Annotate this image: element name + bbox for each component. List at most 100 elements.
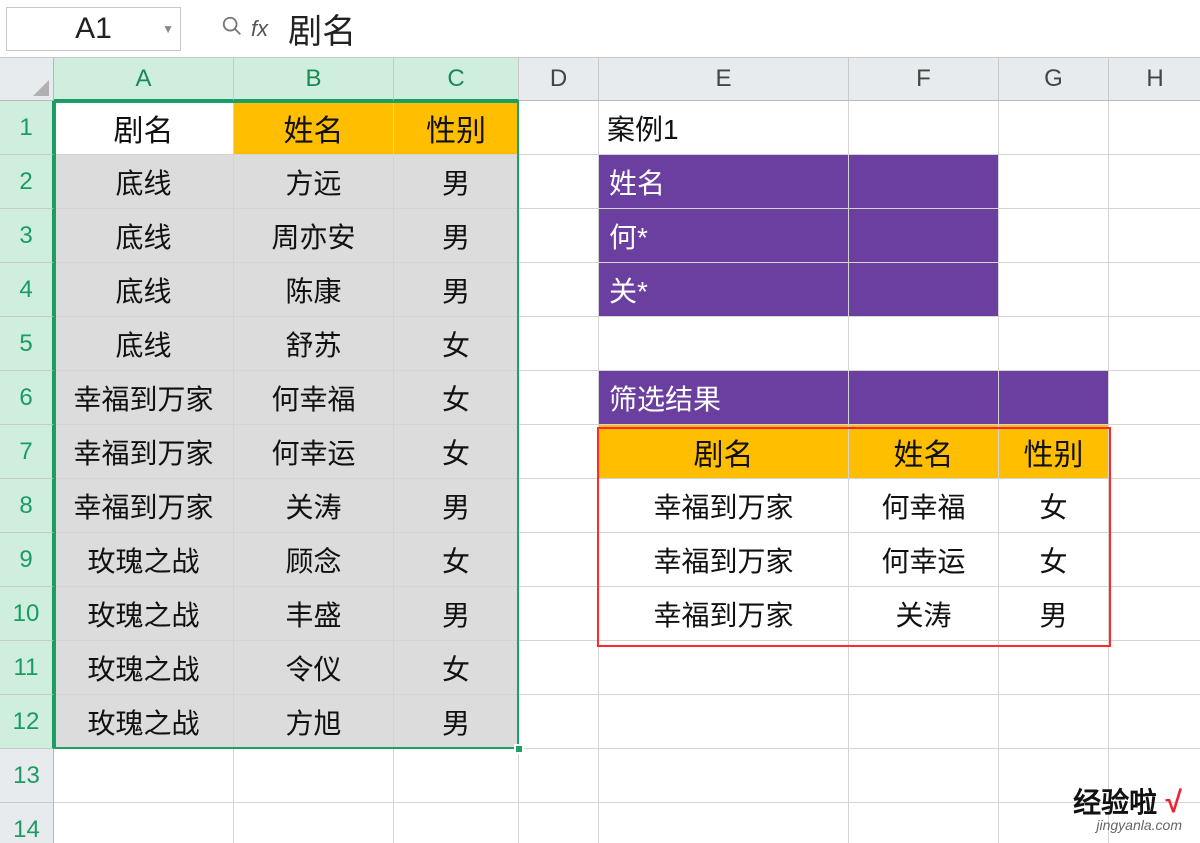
row-header-2[interactable]: 2 xyxy=(0,155,54,209)
cell-G8[interactable]: 女 xyxy=(999,479,1109,533)
cell-D14[interactable] xyxy=(519,803,599,843)
cell-B7[interactable]: 何幸运 xyxy=(234,425,394,479)
cell-F7[interactable]: 姓名 xyxy=(849,425,999,479)
cell-F12[interactable] xyxy=(849,695,999,749)
cell-C5[interactable]: 女 xyxy=(394,317,519,371)
cell-H2[interactable] xyxy=(1109,155,1200,209)
cell-G11[interactable] xyxy=(999,641,1109,695)
cell-B12[interactable]: 方旭 xyxy=(234,695,394,749)
cell-B5[interactable]: 舒苏 xyxy=(234,317,394,371)
row-header-9[interactable]: 9 xyxy=(0,533,54,587)
cell-E2[interactable]: 姓名 xyxy=(599,155,849,209)
row-header-1[interactable]: 1 xyxy=(0,101,54,155)
cell-B6[interactable]: 何幸福 xyxy=(234,371,394,425)
cell-F6[interactable] xyxy=(849,371,999,425)
cell-A6[interactable]: 幸福到万家 xyxy=(54,371,234,425)
cell-F9[interactable]: 何幸运 xyxy=(849,533,999,587)
cell-H12[interactable] xyxy=(1109,695,1200,749)
cell-A2[interactable]: 底线 xyxy=(54,155,234,209)
search-icon[interactable] xyxy=(221,15,243,42)
cell-D5[interactable] xyxy=(519,317,599,371)
cell-D9[interactable] xyxy=(519,533,599,587)
cell-E11[interactable] xyxy=(599,641,849,695)
row-header-12[interactable]: 12 xyxy=(0,695,54,749)
cell-B1[interactable]: 姓名 xyxy=(234,101,394,155)
cell-F2[interactable] xyxy=(849,155,999,209)
cell-B2[interactable]: 方远 xyxy=(234,155,394,209)
cell-H11[interactable] xyxy=(1109,641,1200,695)
cell-C13[interactable] xyxy=(394,749,519,803)
cell-E4[interactable]: 关* xyxy=(599,263,849,317)
cell-A1[interactable]: 剧名 xyxy=(54,101,234,155)
cell-C11[interactable]: 女 xyxy=(394,641,519,695)
cell-C7[interactable]: 女 xyxy=(394,425,519,479)
cell-C10[interactable]: 男 xyxy=(394,587,519,641)
cell-D3[interactable] xyxy=(519,209,599,263)
column-header-H[interactable]: H xyxy=(1109,58,1200,101)
cell-D13[interactable] xyxy=(519,749,599,803)
cell-F10[interactable]: 关涛 xyxy=(849,587,999,641)
cell-D7[interactable] xyxy=(519,425,599,479)
cell-A12[interactable]: 玫瑰之战 xyxy=(54,695,234,749)
cell-F8[interactable]: 何幸福 xyxy=(849,479,999,533)
cell-D12[interactable] xyxy=(519,695,599,749)
column-header-E[interactable]: E xyxy=(599,58,849,101)
cell-A9[interactable]: 玫瑰之战 xyxy=(54,533,234,587)
cell-A11[interactable]: 玫瑰之战 xyxy=(54,641,234,695)
cell-F3[interactable] xyxy=(849,209,999,263)
cell-H5[interactable] xyxy=(1109,317,1200,371)
cell-E5[interactable] xyxy=(599,317,849,371)
cell-A3[interactable]: 底线 xyxy=(54,209,234,263)
cell-G9[interactable]: 女 xyxy=(999,533,1109,587)
row-header-11[interactable]: 11 xyxy=(0,641,54,695)
cell-H7[interactable] xyxy=(1109,425,1200,479)
cell-H8[interactable] xyxy=(1109,479,1200,533)
column-header-C[interactable]: C xyxy=(394,58,519,101)
cell-G5[interactable] xyxy=(999,317,1109,371)
column-header-D[interactable]: D xyxy=(519,58,599,101)
cell-A7[interactable]: 幸福到万家 xyxy=(54,425,234,479)
cell-A8[interactable]: 幸福到万家 xyxy=(54,479,234,533)
row-header-10[interactable]: 10 xyxy=(0,587,54,641)
cell-F14[interactable] xyxy=(849,803,999,843)
cell-F13[interactable] xyxy=(849,749,999,803)
cell-B11[interactable]: 令仪 xyxy=(234,641,394,695)
cell-G1[interactable] xyxy=(999,101,1109,155)
cell-A10[interactable]: 玫瑰之战 xyxy=(54,587,234,641)
cell-E3[interactable]: 何* xyxy=(599,209,849,263)
cell-D4[interactable] xyxy=(519,263,599,317)
cell-H4[interactable] xyxy=(1109,263,1200,317)
cell-C14[interactable] xyxy=(394,803,519,843)
fx-icon[interactable]: fx xyxy=(251,16,268,42)
name-box[interactable]: A1 ▼ xyxy=(6,7,181,51)
cell-F5[interactable] xyxy=(849,317,999,371)
cell-G2[interactable] xyxy=(999,155,1109,209)
cell-E12[interactable] xyxy=(599,695,849,749)
row-header-14[interactable]: 14 xyxy=(0,803,54,843)
cell-A14[interactable] xyxy=(54,803,234,843)
cell-A5[interactable]: 底线 xyxy=(54,317,234,371)
column-header-G[interactable]: G xyxy=(999,58,1109,101)
cell-F4[interactable] xyxy=(849,263,999,317)
cell-H10[interactable] xyxy=(1109,587,1200,641)
cell-E6[interactable]: 筛选结果 xyxy=(599,371,849,425)
row-header-8[interactable]: 8 xyxy=(0,479,54,533)
cell-B4[interactable]: 陈康 xyxy=(234,263,394,317)
cell-C12[interactable]: 男 xyxy=(394,695,519,749)
cell-E8[interactable]: 幸福到万家 xyxy=(599,479,849,533)
chevron-down-icon[interactable]: ▼ xyxy=(162,22,174,36)
cell-D6[interactable] xyxy=(519,371,599,425)
row-header-3[interactable]: 3 xyxy=(0,209,54,263)
row-header-5[interactable]: 5 xyxy=(0,317,54,371)
cell-H3[interactable] xyxy=(1109,209,1200,263)
cell-B8[interactable]: 关涛 xyxy=(234,479,394,533)
cell-G12[interactable] xyxy=(999,695,1109,749)
cell-D11[interactable] xyxy=(519,641,599,695)
cell-C1[interactable]: 性别 xyxy=(394,101,519,155)
row-header-4[interactable]: 4 xyxy=(0,263,54,317)
column-header-A[interactable]: A xyxy=(54,58,234,101)
column-header-F[interactable]: F xyxy=(849,58,999,101)
cell-E9[interactable]: 幸福到万家 xyxy=(599,533,849,587)
cell-D8[interactable] xyxy=(519,479,599,533)
cell-D1[interactable] xyxy=(519,101,599,155)
